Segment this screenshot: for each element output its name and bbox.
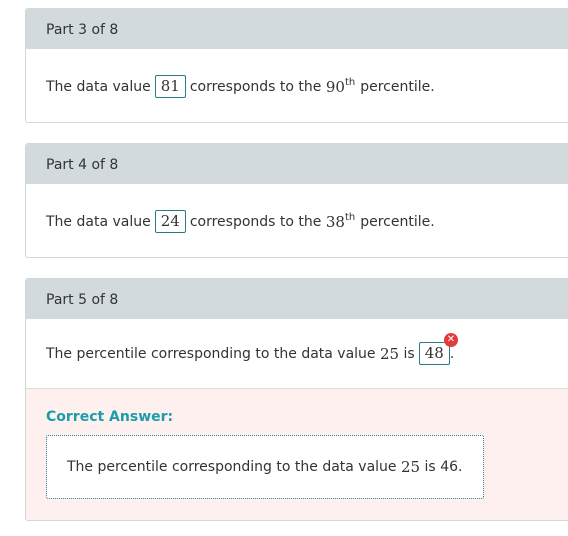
correct-answer-data-value: 25 bbox=[401, 458, 421, 476]
part-4-header: Part 4 of 8 bbox=[26, 144, 568, 184]
correct-answer-panel: Correct Answer: The percentile correspon… bbox=[26, 388, 568, 520]
part-3-body: The data value 81 corresponds to the 90 t… bbox=[26, 49, 568, 122]
part-5-data-value: 25 bbox=[380, 344, 400, 363]
correct-answer-value: 46. bbox=[440, 459, 463, 475]
part-4-percentile: 38 bbox=[325, 212, 345, 231]
part-5-is: is bbox=[403, 345, 415, 362]
incorrect-x-icon: ✕ bbox=[444, 333, 458, 347]
part-3-percentile: 90 bbox=[325, 77, 345, 96]
part-4-card: Part 4 of 8 The data value 24 correspond… bbox=[25, 143, 568, 258]
part-5-body: The percentile corresponding to the data… bbox=[26, 319, 568, 388]
part-4-prefix: The data value bbox=[46, 213, 151, 230]
part-5-card: Part 5 of 8 The percentile corresponding… bbox=[25, 278, 568, 521]
part-3-prefix: The data value bbox=[46, 78, 151, 95]
part-5-header: Part 5 of 8 bbox=[26, 279, 568, 319]
part-5-prefix: The percentile corresponding to the data… bbox=[46, 345, 376, 362]
part-3-ordinal: th bbox=[344, 77, 356, 88]
correct-answer-is: is bbox=[424, 459, 436, 475]
part-4-middle: corresponds to the bbox=[189, 213, 322, 230]
part-3-suffix: percentile. bbox=[360, 78, 435, 95]
part-4-value-box[interactable]: 24 bbox=[154, 210, 186, 233]
part-5-end: . bbox=[449, 345, 455, 362]
part-3-card: Part 3 of 8 The data value 81 correspond… bbox=[25, 8, 568, 123]
correct-answer-box: The percentile corresponding to the data… bbox=[46, 435, 484, 499]
correct-answer-prefix: The percentile corresponding to the data… bbox=[67, 459, 397, 475]
part-5-answer-box[interactable]: 48 bbox=[418, 342, 450, 365]
correct-answer-label: Correct Answer: bbox=[46, 409, 174, 425]
part-3-middle: corresponds to the bbox=[189, 78, 322, 95]
part-3-header: Part 3 of 8 bbox=[26, 9, 568, 49]
part-3-value-box[interactable]: 81 bbox=[154, 75, 186, 98]
part-4-body: The data value 24 corresponds to the 38 t… bbox=[26, 184, 568, 257]
part-4-suffix: percentile. bbox=[360, 213, 435, 230]
part-4-ordinal: th bbox=[344, 212, 356, 223]
